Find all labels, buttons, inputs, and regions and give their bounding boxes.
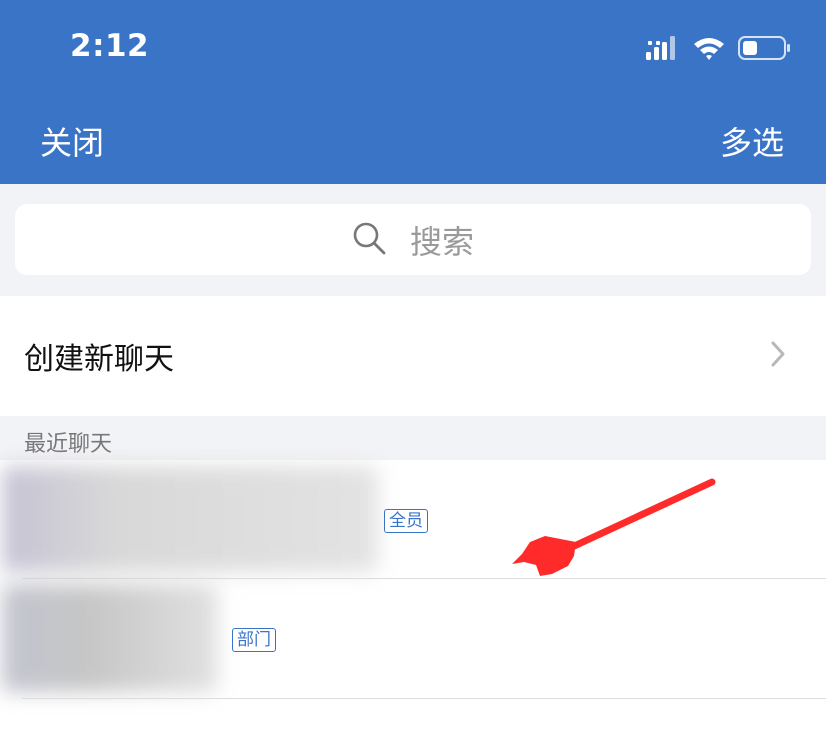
- status-icons: [646, 36, 792, 64]
- search-area: 搜索: [0, 184, 826, 296]
- search-placeholder: 搜索: [409, 222, 474, 261]
- chevron-right-icon: [770, 340, 786, 372]
- cellular-signal-icon: [646, 35, 680, 65]
- header-bar: 2:12 关闭 多选: [0, 0, 826, 184]
- pointing-arrow-icon: [500, 470, 720, 589]
- divider: [22, 698, 826, 699]
- avatar: [2, 584, 218, 692]
- search-input[interactable]: 搜索: [15, 204, 811, 275]
- battery-icon: [738, 35, 792, 65]
- recent-chats-section-header: 最近聊天: [0, 416, 826, 460]
- status-time: 2:12: [70, 28, 150, 64]
- multi-select-button[interactable]: 多选: [720, 118, 784, 164]
- list-item[interactable]: 部门: [0, 580, 826, 699]
- search-icon: [352, 221, 386, 259]
- close-button[interactable]: 关闭: [40, 118, 104, 164]
- chat-picker-screen: 2:12 关闭 多选 搜索 创建新聊天 最近聊天 全员 部门: [0, 0, 826, 745]
- recent-chats-label: 最近聊天: [24, 432, 113, 457]
- create-new-chat-label: 创建新聊天: [24, 342, 174, 377]
- avatar: [2, 466, 378, 572]
- create-new-chat-row[interactable]: 创建新聊天: [0, 296, 826, 416]
- wifi-icon: [692, 35, 726, 65]
- tag-department: 部门: [232, 628, 276, 652]
- tag-all-members: 全员: [384, 509, 428, 533]
